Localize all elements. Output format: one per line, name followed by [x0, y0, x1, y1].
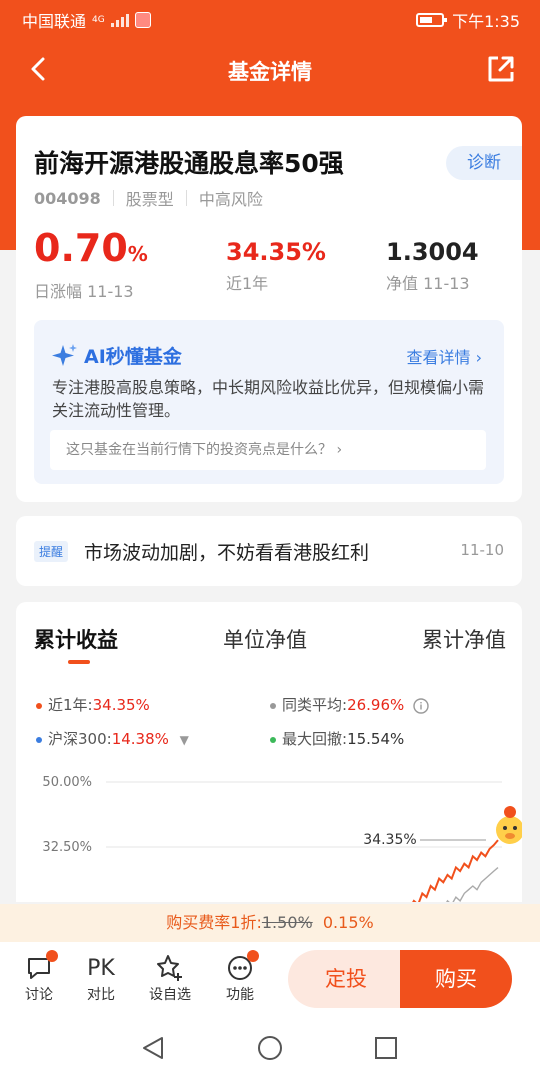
functions-label: 功能: [226, 987, 254, 1003]
end-value-label: 34.35%: [363, 832, 416, 848]
series-line-fund: [412, 839, 499, 902]
app-header: 基金详情: [0, 36, 540, 102]
discuss-label: 讨论: [25, 987, 53, 1003]
year-return-label: 近1年: [226, 274, 269, 293]
daily-change-value: 0.70: [34, 226, 128, 270]
mascot-icon: [496, 806, 522, 844]
watchlist-label: 设自选: [149, 987, 191, 1003]
tab-unit-nav[interactable]: 单位净值: [223, 624, 307, 654]
nav-label: 净值 11-13: [386, 274, 470, 293]
daily-change-metric: 0.70% 日涨幅 11-13: [34, 228, 148, 302]
legend-drawdown: 最大回撤:15.54%: [270, 728, 404, 749]
discuss-button[interactable]: 讨论: [14, 950, 64, 1004]
ai-title: AI秒懂基金: [52, 342, 182, 369]
info-icon[interactable]: [413, 697, 429, 714]
legend-value: 34.35%: [92, 696, 150, 714]
ai-title-text: AI秒懂基金: [84, 346, 182, 368]
app-notification-icon: [134, 12, 151, 28]
performance-chart-card: 累计收益 单位净值 累计净值 近1年:34.35% 同类平均:26.96% 沪深…: [16, 602, 522, 902]
nav-metric: 1.3004 净值 11-13: [386, 228, 479, 294]
legend-value: 26.96%: [347, 696, 405, 714]
fund-name: 前海开源港股通股息率50强: [34, 149, 344, 178]
add-watchlist-button[interactable]: 设自选: [145, 952, 195, 1004]
fund-summary-card: 前海开源港股通股息率50强 诊断 004098 股票型 中高风险 0.70% 日…: [16, 116, 522, 502]
notification-dot: [46, 950, 58, 962]
tab-cumulative-nav[interactable]: 累计净值: [422, 624, 506, 654]
y-tick-label: 32.50%: [42, 840, 92, 855]
sip-button[interactable]: 定投: [288, 950, 404, 1008]
page-title: 基金详情: [228, 60, 312, 84]
legend-fund: 近1年:34.35%: [36, 694, 150, 715]
functions-button[interactable]: 功能: [215, 950, 265, 1004]
y-tick-label: 50.00%: [42, 775, 92, 790]
compare-button[interactable]: PK 对比: [76, 952, 126, 1004]
legend-dot: [36, 736, 42, 743]
diagnose-button[interactable]: 诊断: [446, 146, 522, 180]
legend-label: 最大回撤:: [282, 730, 348, 748]
compare-label: 对比: [87, 987, 115, 1003]
legend-dot: [270, 736, 276, 743]
year-return-value: 34.35%: [226, 238, 326, 266]
fund-code: 004098: [34, 188, 101, 208]
legend-index[interactable]: 沪深300:14.38% ▼: [36, 728, 189, 749]
status-bar: 中国联通 4G 下午1:35: [0, 0, 540, 36]
star-plus-icon: [157, 955, 182, 981]
tab-cumulative-return[interactable]: 累计收益: [34, 624, 118, 654]
legend-peer-average: 同类平均:26.96%: [270, 694, 429, 715]
divider: [112, 190, 114, 206]
daily-change-unit: %: [127, 242, 148, 266]
year-return-metric: 34.35% 近1年: [226, 228, 326, 294]
daily-change-label: 日涨幅 11-13: [34, 282, 134, 301]
sparkle-icon: [52, 343, 77, 366]
reminder-message: 市场波动加剧，不妨看看港股红利: [84, 542, 370, 564]
chevron-down-icon: ▼: [179, 733, 189, 747]
ai-summary: 专注港股高股息策略，中长期风险收益比优异，但规模偏小需关注流动性管理。: [52, 378, 485, 420]
reminder-card[interactable]: 提醒 市场波动加剧，不妨看看港股红利 11-10: [16, 516, 522, 586]
reminder-badge: 提醒: [34, 541, 69, 562]
system-nav-bar: [0, 1014, 540, 1080]
active-tab-indicator: [68, 660, 90, 664]
fund-meta: 004098 股票型 中高风险: [34, 186, 263, 210]
network-badge: 4G: [92, 15, 105, 25]
promo-new-fee: 0.15%: [322, 913, 374, 932]
notification-dot: [247, 950, 259, 962]
carrier: 中国联通: [22, 12, 87, 31]
buy-button[interactable]: 购买: [400, 950, 512, 1008]
reminder-date: 11-10: [460, 541, 504, 559]
nav-back-icon[interactable]: [140, 1034, 168, 1062]
legend-value: 15.54%: [347, 730, 405, 748]
ai-more-link[interactable]: 查看详情 ›: [407, 344, 483, 368]
ai-question-button[interactable]: 这只基金在当前行情下的投资亮点是什么？ ›: [50, 430, 486, 470]
bottom-action-bar: 讨论 PK 对比 设自选 功能 定投 购买: [0, 942, 540, 1014]
signal-icon: [110, 13, 129, 27]
fund-type: 股票型: [125, 190, 174, 209]
chart-tabs: 累计收益 单位净值 累计净值: [16, 624, 522, 664]
nav-recents-icon[interactable]: [372, 1034, 400, 1062]
fund-risk: 中高风险: [198, 190, 263, 209]
promo-old-fee: 1.50%: [261, 913, 313, 932]
legend-dot: [36, 702, 42, 709]
return-chart: 50.00% 32.50% 34.35%: [42, 775, 522, 902]
nav-home-icon[interactable]: [256, 1034, 284, 1062]
legend-label: 同类平均:: [282, 696, 348, 714]
share-icon[interactable]: [484, 52, 518, 86]
promo-prefix: 购买费率1折:: [166, 913, 262, 932]
battery-icon: [416, 13, 448, 27]
pk-icon: PK: [87, 955, 115, 981]
legend-label: 沪深300:: [48, 730, 112, 748]
legend-dot: [270, 702, 276, 709]
nav-value: 1.3004: [386, 238, 479, 266]
divider: [185, 190, 187, 206]
ai-insight-panel: AI秒懂基金 查看详情 › 专注港股高股息策略，中长期风险收益比优异，但规模偏小…: [34, 320, 504, 484]
legend-value: 14.38%: [111, 730, 169, 748]
clock: 下午1:35: [452, 12, 520, 31]
fee-promo-bar: 购买费率1折:1.50% 0.15%: [0, 904, 540, 942]
legend-label: 近1年:: [48, 696, 93, 714]
